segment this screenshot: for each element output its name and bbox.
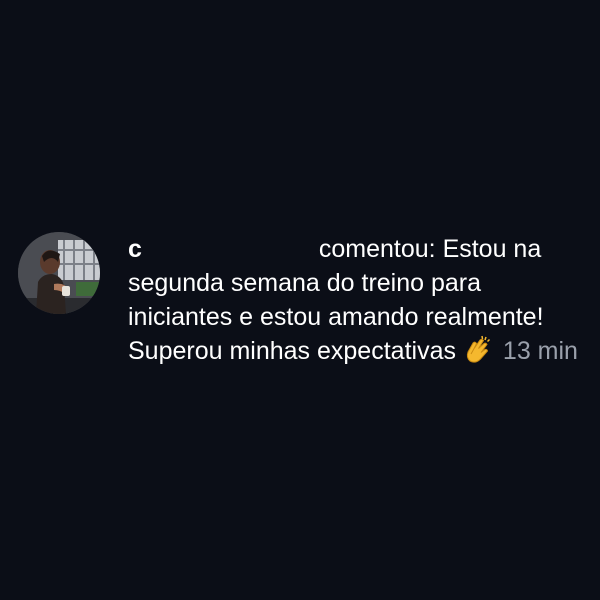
avatar-photo bbox=[18, 232, 100, 314]
comment-text: c comentou: Estou na segunda semana do t… bbox=[128, 232, 578, 374]
username[interactable]: c bbox=[128, 235, 142, 263]
clapping-hands-icon bbox=[462, 335, 492, 374]
avatar[interactable] bbox=[18, 232, 100, 314]
timestamp: 13 min bbox=[502, 337, 578, 365]
action-label: comentou: bbox=[318, 235, 436, 263]
